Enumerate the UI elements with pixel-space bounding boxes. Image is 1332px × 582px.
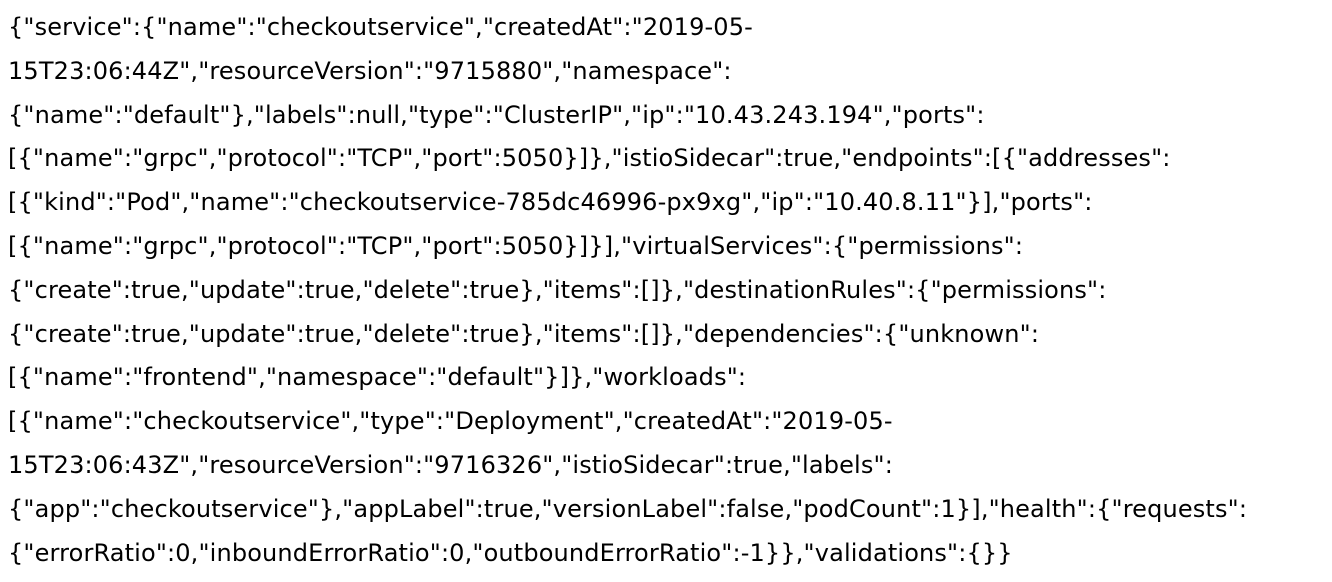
json-text-line: [{"name":"frontend","namespace":"default… bbox=[8, 363, 747, 392]
json-text-line: {"errorRatio":0,"inboundErrorRatio":0,"o… bbox=[8, 538, 1013, 567]
json-text-line: {"name":"default"},"labels":null,"type":… bbox=[8, 100, 985, 129]
json-text-line: [{"kind":"Pod","name":"checkoutservice-7… bbox=[8, 188, 1093, 217]
json-text-line: {"create":true,"update":true,"delete":tr… bbox=[8, 275, 1107, 304]
json-text-line: [{"name":"grpc","protocol":"TCP","port":… bbox=[8, 144, 1171, 173]
json-response-body: {"service":{"name":"checkoutservice","cr… bbox=[0, 0, 1332, 582]
json-text-line: {"service":{"name":"checkoutservice","cr… bbox=[8, 13, 753, 41]
json-text-line: {"app":"checkoutservice"},"appLabel":tru… bbox=[8, 494, 1248, 523]
json-text-line: [{"name":"grpc","protocol":"TCP","port":… bbox=[8, 231, 1024, 260]
json-text-line: {"create":true,"update":true,"delete":tr… bbox=[8, 319, 1040, 348]
json-text-line: [{"name":"checkoutservice","type":"Deplo… bbox=[8, 407, 893, 436]
json-text-line: 15T23:06:43Z","resourceVersion":"9716326… bbox=[8, 450, 893, 479]
json-text-line: 15T23:06:44Z","resourceVersion":"9715880… bbox=[8, 56, 732, 85]
